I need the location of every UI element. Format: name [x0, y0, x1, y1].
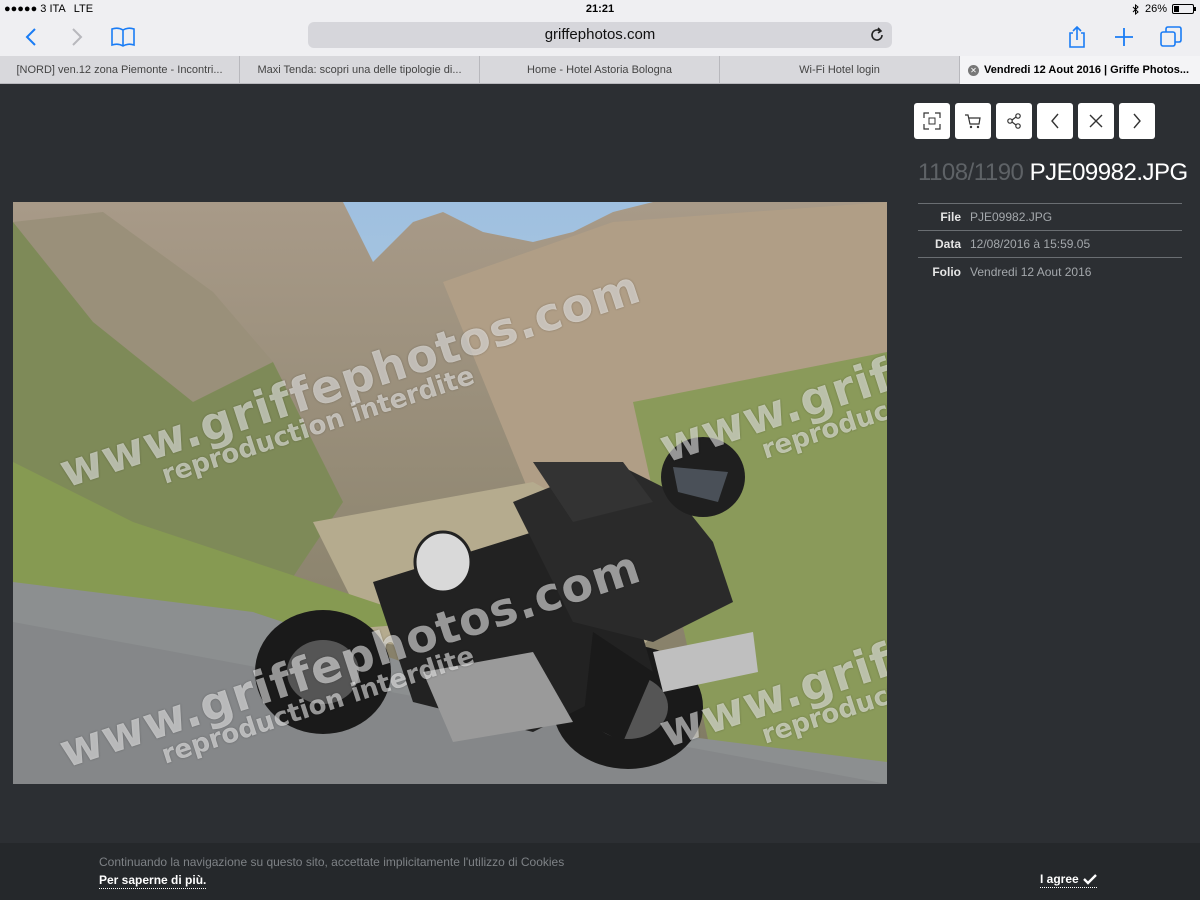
- back-button[interactable]: [16, 22, 46, 52]
- photo-filename-title: PJE09982.JPG: [1029, 159, 1189, 186]
- agree-label: I agree: [1040, 872, 1079, 886]
- meta-row-date: Data 12/08/2016 à 15:59.05: [918, 231, 1182, 258]
- tab-nord[interactable]: [NORD] ven.12 zona Piemonte - Incontri..…: [0, 56, 240, 84]
- tab-griffe-label: Vendredi 12 Aout 2016 | Griffe Photos...: [984, 64, 1189, 76]
- cookie-agree-button[interactable]: I agree: [1040, 872, 1097, 888]
- meta-value-file: PJE09982.JPG: [970, 210, 1053, 224]
- viewer-actions: [914, 103, 1155, 139]
- fullscreen-icon: [923, 112, 941, 130]
- lightbox: www.griffephotos.com reproduction interd…: [0, 85, 1200, 900]
- share-button[interactable]: [1062, 22, 1092, 52]
- close-button[interactable]: [1078, 103, 1114, 139]
- tab-bar: [NORD] ven.12 zona Piemonte - Incontri..…: [0, 56, 1200, 84]
- cart-icon: [965, 114, 981, 129]
- share-icon: [1069, 25, 1085, 48]
- share-nodes-icon: [1007, 113, 1021, 129]
- motorcycle-photo[interactable]: www.griffephotos.com reproduction interd…: [13, 202, 887, 784]
- cookie-more-link[interactable]: Per saperne di più.: [99, 873, 207, 889]
- new-tab-button[interactable]: [1109, 22, 1139, 52]
- meta-value-date: 12/08/2016 à 15:59.05: [970, 237, 1091, 251]
- url-text: griffephotos.com: [544, 26, 656, 43]
- forward-button[interactable]: [62, 22, 92, 52]
- close-icon: [1089, 114, 1103, 128]
- tabs-overview-button[interactable]: [1156, 22, 1186, 52]
- browser-toolbar: griffephotos.com: [0, 18, 1200, 56]
- bookmarks-button[interactable]: [108, 22, 138, 52]
- status-right: 26%: [1132, 3, 1196, 15]
- photo-metadata: File PJE09982.JPG Data 12/08/2016 à 15:5…: [918, 203, 1182, 285]
- tab-wifi-login[interactable]: Wi-Fi Hotel login: [720, 56, 960, 84]
- clock: 21:21: [585, 3, 615, 15]
- tab-griffe-photos[interactable]: ✕ Vendredi 12 Aout 2016 | Griffe Photos.…: [960, 56, 1200, 84]
- prev-chevron-icon: [1051, 113, 1059, 129]
- share-button[interactable]: [996, 103, 1032, 139]
- book-icon: [111, 27, 135, 47]
- next-button[interactable]: [1119, 103, 1155, 139]
- checkmark-icon: [1082, 874, 1097, 885]
- back-chevron-icon: [25, 28, 36, 46]
- fullscreen-button[interactable]: [914, 103, 950, 139]
- address-bar[interactable]: griffephotos.com: [308, 22, 892, 48]
- battery-percent: 26%: [1144, 3, 1167, 15]
- reload-icon[interactable]: [868, 26, 886, 44]
- meta-key-file: File: [940, 210, 961, 224]
- photo-counter: 1108/1190 PJE09982.JPG: [918, 159, 1188, 187]
- meta-row-folio: Folio Vendredi 12 Aout 2016: [918, 258, 1182, 285]
- meta-key-folio: Folio: [932, 264, 961, 279]
- tab-maxi-tenda[interactable]: Maxi Tenda: scopri una delle tipologie d…: [240, 56, 480, 84]
- forward-chevron-icon: [72, 28, 83, 46]
- tab-hotel-astoria[interactable]: Home - Hotel Astoria Bologna: [480, 56, 720, 84]
- tab-close-icon[interactable]: ✕: [968, 65, 979, 76]
- status-bar: ●●●●● 3 ITA LTE 21:21 26%: [0, 0, 1200, 18]
- cookie-banner: Continuando la navigazione su questo sit…: [0, 843, 1200, 900]
- prev-button[interactable]: [1037, 103, 1073, 139]
- bluetooth-icon: [1132, 3, 1139, 15]
- battery-icon: [1172, 4, 1196, 14]
- next-chevron-icon: [1133, 113, 1141, 129]
- photo-index: 1108/1190: [918, 159, 1024, 186]
- meta-value-folio: Vendredi 12 Aout 2016: [970, 264, 1092, 279]
- battery-fill: [1174, 6, 1179, 12]
- cookie-message: Continuando la navigazione su questo sit…: [99, 855, 565, 869]
- cart-button[interactable]: [955, 103, 991, 139]
- meta-row-file: File PJE09982.JPG: [918, 204, 1182, 231]
- tabs-icon: [1160, 26, 1182, 47]
- plus-icon: [1115, 28, 1133, 46]
- meta-key-date: Data: [934, 237, 961, 251]
